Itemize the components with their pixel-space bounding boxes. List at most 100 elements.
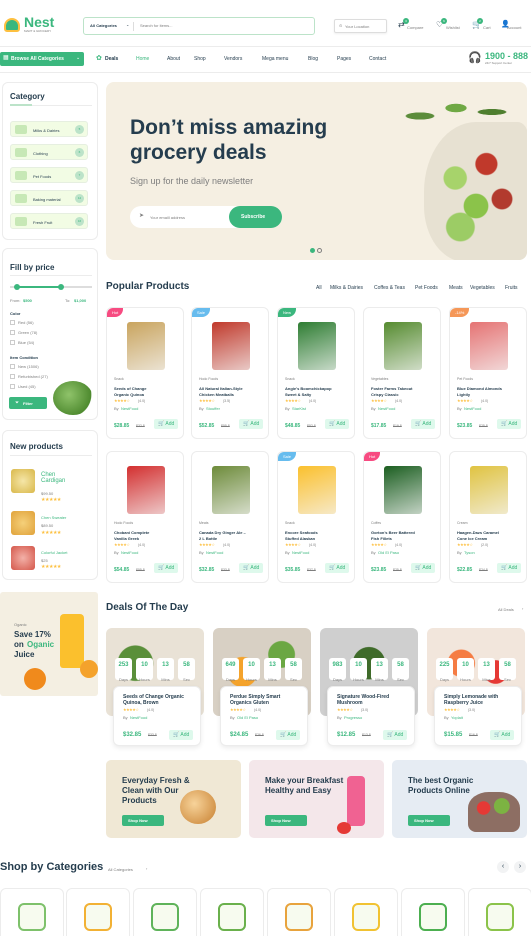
product-image[interactable] [384, 466, 422, 514]
category-tile[interactable] [401, 888, 465, 936]
product-card[interactable]: Sale Hodo Foods All Natural Italian-Style C… [191, 307, 269, 439]
subscribe-button[interactable]: Subscribe [229, 206, 282, 228]
browse-categories-button[interactable]: ▦ Browse All Categories ⌄ [0, 52, 84, 66]
shop-now-button[interactable]: Shop Now [265, 815, 307, 826]
add-to-cart-button[interactable]: 🛒 Add [490, 730, 515, 740]
product-card[interactable]: -14% Pet Foods Blue Diamond Almonds Lightly… [449, 307, 527, 439]
category-item[interactable]: Clothing 6 [10, 144, 88, 160]
new-product-name[interactable]: Colorful Jacket [41, 550, 67, 555]
product-image[interactable] [127, 322, 165, 370]
product-image[interactable] [384, 322, 422, 370]
slider-dot[interactable] [317, 248, 322, 253]
category-tile[interactable] [66, 888, 130, 936]
category-tile[interactable] [0, 888, 64, 936]
tab-pet-foods[interactable]: Pet Foods [415, 285, 438, 291]
product-image[interactable] [298, 466, 336, 514]
product-image[interactable] [470, 466, 508, 514]
product-vendor[interactable]: StarKist [292, 406, 306, 411]
product-card[interactable]: Cream Haagen-Dazs Caramel Cone Ice Cream ★★… [449, 451, 527, 583]
product-image[interactable] [212, 466, 250, 514]
carousel-next-button[interactable]: › [514, 861, 526, 873]
tab-milks[interactable]: Milks & Dairies [330, 285, 363, 291]
product-name[interactable]: All Natural Italian-Style [199, 386, 243, 391]
product-thumb[interactable] [11, 546, 35, 570]
add-to-cart-button[interactable]: 🛒 Add [239, 419, 264, 429]
nav-mega-menu[interactable]: Mega menu [262, 56, 288, 62]
category-tile[interactable] [267, 888, 331, 936]
add-to-cart-button[interactable]: 🛒 Add [276, 730, 301, 740]
product-vendor[interactable]: Old El Paso [378, 550, 399, 555]
shop-now-button[interactable]: Shop Now [408, 815, 450, 826]
category-tile[interactable] [468, 888, 531, 936]
location-select[interactable]: ⊙ Your Location [334, 19, 387, 33]
nav-home[interactable]: Home [136, 56, 149, 62]
category-item[interactable]: Pet Foods 7 [10, 167, 88, 183]
product-image[interactable] [298, 322, 336, 370]
product-vendor[interactable]: NestFood [378, 406, 395, 411]
deal-card[interactable]: Simply Lemonade with Raspberry Juice ★★★★☆… [434, 686, 522, 746]
product-name[interactable]: Chobani Complete [114, 530, 149, 535]
nav-shop[interactable]: Shop [194, 56, 206, 62]
nav-contact[interactable]: Contact [369, 56, 386, 62]
nav-deals[interactable]: Deals [105, 56, 118, 62]
shop-now-button[interactable]: Shop Now [122, 815, 164, 826]
new-product-name[interactable]: Chen Cardigan [41, 472, 81, 484]
product-vendor[interactable]: NestFood [206, 550, 223, 555]
product-name[interactable]: Seeds of Change [114, 386, 146, 391]
add-to-cart-button[interactable]: 🛒 Add [383, 730, 408, 740]
add-to-cart-button[interactable]: 🛒 Add [325, 563, 350, 573]
support-block[interactable]: 🎧 1900 - 888 24/7 Support Center [468, 50, 531, 68]
all-deals-link[interactable]: All Deals [498, 607, 514, 612]
add-to-cart-button[interactable]: 🛒 Add [154, 419, 179, 429]
price-slider-handle-min[interactable] [14, 284, 20, 290]
product-card[interactable]: Hodo Foods Chobani Complete Vanilla Greek ★… [106, 451, 184, 583]
filter-button[interactable]: ⏷ Filter [9, 397, 47, 409]
promo-card-organic[interactable]: The best Organic Products Online Shop No… [392, 760, 527, 838]
add-to-cart-button[interactable]: 🛒 Add [239, 563, 264, 573]
account-button[interactable]: 👤 Account [501, 18, 531, 34]
promo-card-fresh[interactable]: Everyday Fresh & Clean with Our Products… [106, 760, 241, 838]
add-to-cart-button[interactable]: 🛒 Add [497, 419, 522, 429]
email-input[interactable]: Your emaill address [150, 215, 220, 220]
add-to-cart-button[interactable]: 🛒 Add [154, 563, 179, 573]
tab-vegetables[interactable]: Vegetables [470, 285, 495, 291]
product-name[interactable]: Gorton’s Beer Battered [371, 530, 415, 535]
nav-about[interactable]: About [167, 56, 180, 62]
promo-banner[interactable]: Oganic Save 17% on Oganic Juice [0, 592, 98, 696]
add-to-cart-button[interactable]: 🛒 Add [411, 563, 436, 573]
price-slider-handle-max[interactable] [58, 284, 64, 290]
cart-button[interactable]: 🛒 2 Cart [472, 18, 496, 34]
tab-coffes[interactable]: Coffes & Teas [374, 285, 405, 291]
product-thumb[interactable] [11, 511, 35, 535]
nav-blog[interactable]: Blog [308, 56, 318, 62]
slider-dot-active[interactable] [310, 248, 315, 253]
category-tile[interactable] [334, 888, 398, 936]
product-card[interactable]: Hot Coffes Gorton’s Beer Battered Fish Fill… [363, 451, 441, 583]
product-thumb[interactable] [11, 469, 35, 493]
product-card[interactable]: Vegetables Foster Farms Takeout Crispy Cla… [363, 307, 441, 439]
compare-button[interactable]: ⇄ 3 Compare [398, 18, 430, 34]
product-vendor[interactable]: Stouffer [206, 406, 220, 411]
tab-meats[interactable]: Meats [449, 285, 463, 291]
add-to-cart-button[interactable]: 🛒 Add [411, 419, 436, 429]
product-name[interactable]: Haagen-Dazs Caramel [457, 530, 499, 535]
deal-vendor[interactable]: Progresso [344, 715, 362, 720]
category-item[interactable]: Fresh Fruit 16 [10, 213, 88, 229]
deal-card[interactable]: Perdue Simply Smart Organics Gluten ★★★★☆(… [220, 686, 308, 746]
product-name[interactable]: Foster Farms Takeout [371, 386, 413, 391]
deal-vendor[interactable]: Yoplait [451, 715, 463, 720]
product-image[interactable] [127, 466, 165, 514]
category-tile[interactable] [200, 888, 264, 936]
nav-pages[interactable]: Pages [337, 56, 351, 62]
product-card[interactable]: New Snack Angie’s Boomchickapop Sweet & Sal… [277, 307, 355, 439]
search-category-select[interactable]: All Categories [90, 23, 117, 28]
product-name[interactable]: Blue Diamond Almonds [457, 386, 502, 391]
category-tile[interactable] [133, 888, 197, 936]
product-image[interactable] [212, 322, 250, 370]
product-vendor[interactable]: NestFood [292, 550, 309, 555]
product-vendor[interactable]: NestFood [464, 406, 481, 411]
nav-vendors[interactable]: Vendors [224, 56, 242, 62]
product-name[interactable]: Canada Dry Ginger Ale – [199, 530, 246, 535]
logo[interactable]: Nest MART & GROCERY [4, 14, 60, 36]
deal-vendor[interactable]: Old El Paso [237, 715, 258, 720]
